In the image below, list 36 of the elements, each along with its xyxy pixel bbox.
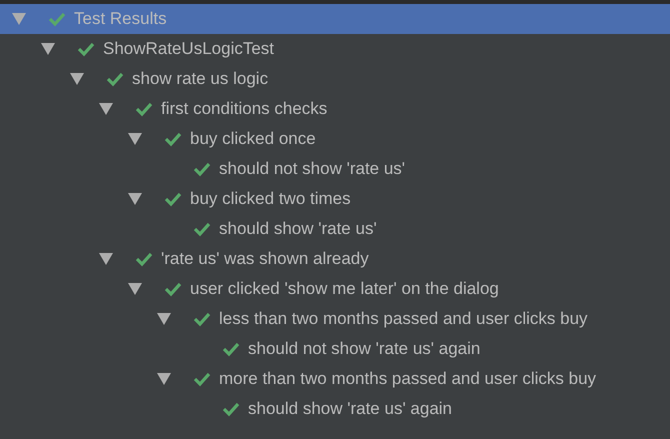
test-name: should not show 'rate us' — [219, 158, 406, 180]
test-name: 'rate us' was shown already — [161, 248, 369, 270]
tree-row[interactable]: buy clicked once — [0, 124, 670, 154]
test-name: show rate us logic — [132, 68, 268, 90]
expanded-triangle-icon[interactable] — [128, 133, 142, 145]
test-name: more than two months passed and user clicks buy — [219, 368, 596, 390]
test-name: less than two months passed and user clicks buy — [219, 308, 588, 330]
expanded-triangle-icon[interactable] — [99, 103, 113, 115]
expanded-triangle-icon[interactable] — [128, 283, 142, 295]
test-name: should show 'rate us' again — [248, 398, 452, 420]
tree-row[interactable]: should not show 'rate us' again — [0, 334, 670, 364]
expanded-triangle-icon[interactable] — [70, 73, 84, 85]
tree-row[interactable]: user clicked 'show me later' on the dialog — [0, 274, 670, 304]
test-name: should show 'rate us' — [219, 218, 377, 240]
tree-row[interactable]: should not show 'rate us' — [0, 154, 670, 184]
tree-row[interactable]: ShowRateUsLogicTest — [0, 34, 670, 64]
expanded-triangle-icon[interactable] — [128, 193, 142, 205]
tree-row[interactable]: should show 'rate us' — [0, 214, 670, 244]
tree-row[interactable]: 'rate us' was shown already — [0, 244, 670, 274]
test-name: user clicked 'show me later' on the dialog — [190, 278, 499, 300]
test-name: Test Results — [74, 8, 167, 30]
test-name: first conditions checks — [161, 98, 328, 120]
test-name: should not show 'rate us' again — [248, 338, 480, 360]
tree-row[interactable]: show rate us logic — [0, 64, 670, 94]
test-name: ShowRateUsLogicTest — [103, 38, 274, 60]
expanded-triangle-icon[interactable] — [157, 313, 171, 325]
test-name: buy clicked two times — [190, 188, 351, 210]
expanded-triangle-icon[interactable] — [99, 253, 113, 265]
expanded-triangle-icon[interactable] — [157, 373, 171, 385]
tree-row[interactable]: less than two months passed and user clicks buy — [0, 304, 670, 334]
test-name: buy clicked once — [190, 128, 316, 150]
expanded-triangle-icon[interactable] — [41, 43, 55, 55]
tree-row[interactable]: more than two months passed and user clicks buy — [0, 364, 670, 394]
tree-row[interactable]: buy clicked two times — [0, 184, 670, 214]
tree-row[interactable]: first conditions checks — [0, 94, 670, 124]
tree-row[interactable]: should show 'rate us' again — [0, 394, 670, 424]
